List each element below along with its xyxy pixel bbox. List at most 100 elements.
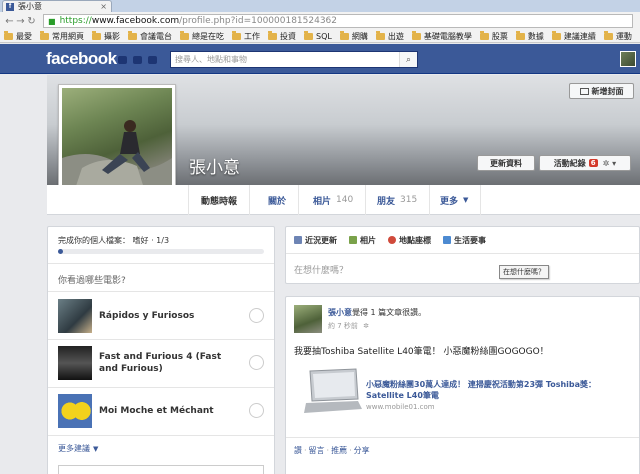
laptop-thumbnail[interactable] — [300, 367, 362, 417]
back-icon[interactable]: ← — [4, 16, 15, 27]
list-item[interactable]: Fast and Furious 4 (Fast and Furious) — [58, 345, 264, 381]
divider — [48, 291, 274, 292]
bookmark-folder[interactable]: SQL — [304, 30, 332, 41]
address-bar[interactable]: ■ https://www.facebook.com/profile.php?i… — [43, 14, 633, 28]
profile-photo — [62, 88, 172, 198]
movie-question: 你看過哪些電影? — [58, 276, 126, 286]
activity-log-button[interactable]: 活動紀錄 6 ✲ ▾ — [539, 155, 631, 171]
bookmark-folder[interactable]: 運動 — [603, 30, 632, 42]
avatar[interactable] — [620, 51, 636, 67]
url-host: www.facebook.com — [91, 16, 180, 26]
notifications-icon[interactable] — [148, 56, 157, 64]
bookmark-folder[interactable]: 最愛 — [4, 30, 32, 42]
url-scheme: https:// — [59, 16, 92, 26]
movie-select-radio[interactable] — [249, 355, 264, 370]
bookmark-folder[interactable]: 會議電台 — [128, 30, 172, 42]
folder-icon — [304, 30, 313, 40]
tab-place[interactable]: 地點座標 — [388, 235, 431, 246]
bookmark-folder[interactable]: 工作 — [232, 30, 260, 42]
reload-icon[interactable]: ↻ — [26, 16, 37, 27]
movie-poster — [58, 346, 92, 380]
movie-title: Rápidos y Furiosos — [99, 311, 195, 321]
bookmark-folder[interactable]: 網購 — [339, 30, 368, 42]
list-item[interactable]: Rápidos y Furiosos — [58, 298, 264, 334]
search-box: ⌕ — [170, 51, 418, 68]
divider — [48, 435, 274, 436]
tab-about[interactable]: 關於 — [256, 185, 300, 215]
messages-icon[interactable] — [133, 56, 142, 64]
bookmark-folder[interactable]: 數據 — [515, 30, 544, 42]
camera-icon — [579, 87, 589, 95]
movie-title: Moi Moche et Méchant — [99, 406, 214, 416]
folder-icon — [411, 30, 421, 40]
tab-label: 生活要事 — [454, 235, 486, 245]
browser-tabstrip: f 張小意 × — [0, 0, 640, 12]
post-author[interactable]: 張小意 — [328, 308, 352, 317]
forward-icon[interactable]: → — [15, 16, 26, 27]
update-info-button[interactable]: 更新資料 — [477, 155, 535, 171]
tab-life-event[interactable]: 生活要事 — [443, 235, 486, 246]
like-link[interactable]: 讚 — [294, 446, 302, 455]
post-timestamp[interactable]: 約 7 秒前 ✲ — [328, 321, 369, 331]
bookmark-folder[interactable]: 總是在吃 — [180, 30, 224, 42]
movie-poster — [58, 394, 92, 428]
bookmark-folder[interactable]: 常用網頁 — [40, 30, 84, 42]
tab-timeline[interactable]: 動態時報 — [188, 185, 251, 215]
url-path: /profile.php?id=100000181524362 — [179, 16, 338, 26]
photo-icon — [349, 236, 357, 244]
add-cover-button[interactable]: 新增封面 — [569, 83, 634, 99]
folder-icon — [479, 30, 489, 40]
recommend-link[interactable]: 推薦 — [331, 446, 347, 455]
tab-close-icon[interactable]: × — [100, 2, 107, 11]
bookmark-folder[interactable]: 基礎電腦教學 — [411, 30, 472, 42]
profile-photo-art — [62, 120, 172, 198]
folder-icon — [339, 30, 349, 40]
folder-icon — [180, 30, 189, 40]
folder-icon — [268, 30, 277, 40]
bookmark-folder[interactable]: 攝影 — [92, 30, 120, 42]
share-link[interactable]: 分享 — [354, 446, 370, 455]
bookmark-folder[interactable]: 出遊 — [375, 30, 404, 42]
status-composer: 近況更新 相片 地點座標 生活要事 在想什麼嗎？ 在想什麼嗎？ — [285, 226, 640, 284]
tab-photos[interactable]: 相片 140 — [301, 185, 367, 215]
browser-navbar: ← → ↻ ■ https://www.facebook.com/profile… — [0, 12, 640, 30]
tab-photo[interactable]: 相片 — [349, 235, 376, 246]
folder-icon — [515, 30, 525, 40]
browser-tab[interactable]: f 張小意 × — [2, 0, 112, 12]
progress-fill — [58, 249, 64, 254]
bookmark-label: 股票 — [491, 31, 508, 41]
profile-completion-card: 完成你的個人檔案： 嗜好 · 1/3 你看過哪些電影? Rápidos y Fu… — [47, 226, 275, 474]
separator: · — [326, 446, 330, 455]
link-title[interactable]: 小惡魔粉絲團30萬人達成！ 連掃慶祝活動第23彈 Toshiba獎：Satell… — [366, 379, 631, 401]
chevron-down-icon: ▼ — [463, 196, 469, 204]
facebook-logo[interactable]: facebook — [46, 49, 117, 69]
bookmark-label: 總是在吃 — [192, 31, 224, 41]
tab-friends[interactable]: 朋友 315 — [365, 185, 431, 215]
profile-name[interactable]: 張小意 — [189, 153, 240, 178]
search-input[interactable] — [171, 52, 399, 67]
tab-status-update[interactable]: 近況更新 — [294, 235, 337, 246]
bookmarks-bar: 最愛 常用網頁 攝影 會議電台 總是在吃 工作 投資 SQL 網購 出遊 基礎電… — [0, 30, 640, 43]
movie-select-radio[interactable] — [249, 308, 264, 323]
friend-requests-icon[interactable] — [118, 56, 127, 64]
tab-label: 相片 — [360, 235, 376, 245]
tab-more[interactable]: 更多 ▼ — [428, 185, 482, 215]
avatar[interactable] — [294, 305, 322, 333]
bookmark-label: 網購 — [351, 31, 368, 41]
add-cover-label: 新增封面 — [591, 86, 624, 96]
list-item[interactable]: Moi Moche et Méchant — [58, 393, 264, 429]
gear-icon[interactable]: ✲ ▾ — [603, 159, 617, 168]
comment-link[interactable]: 留言 — [309, 446, 325, 455]
bookmark-folder[interactable]: 股票 — [479, 30, 508, 42]
privacy-icon[interactable]: ✲ — [363, 322, 369, 330]
bookmark-label: 攝影 — [104, 31, 120, 41]
bookmark-folder[interactable]: 建議連續 — [551, 30, 596, 42]
movie-select-radio[interactable] — [249, 403, 264, 418]
search-icon[interactable]: ⌕ — [399, 52, 417, 67]
status-input[interactable]: 在想什麼嗎？ — [294, 263, 348, 276]
bookmark-label: 會議電台 — [140, 31, 172, 41]
more-suggestions-link[interactable]: 更多建議 ▼ — [58, 443, 98, 454]
suggestion-input[interactable] — [58, 465, 264, 474]
bookmark-label: 投資 — [280, 31, 296, 41]
bookmark-folder[interactable]: 投資 — [268, 30, 296, 42]
